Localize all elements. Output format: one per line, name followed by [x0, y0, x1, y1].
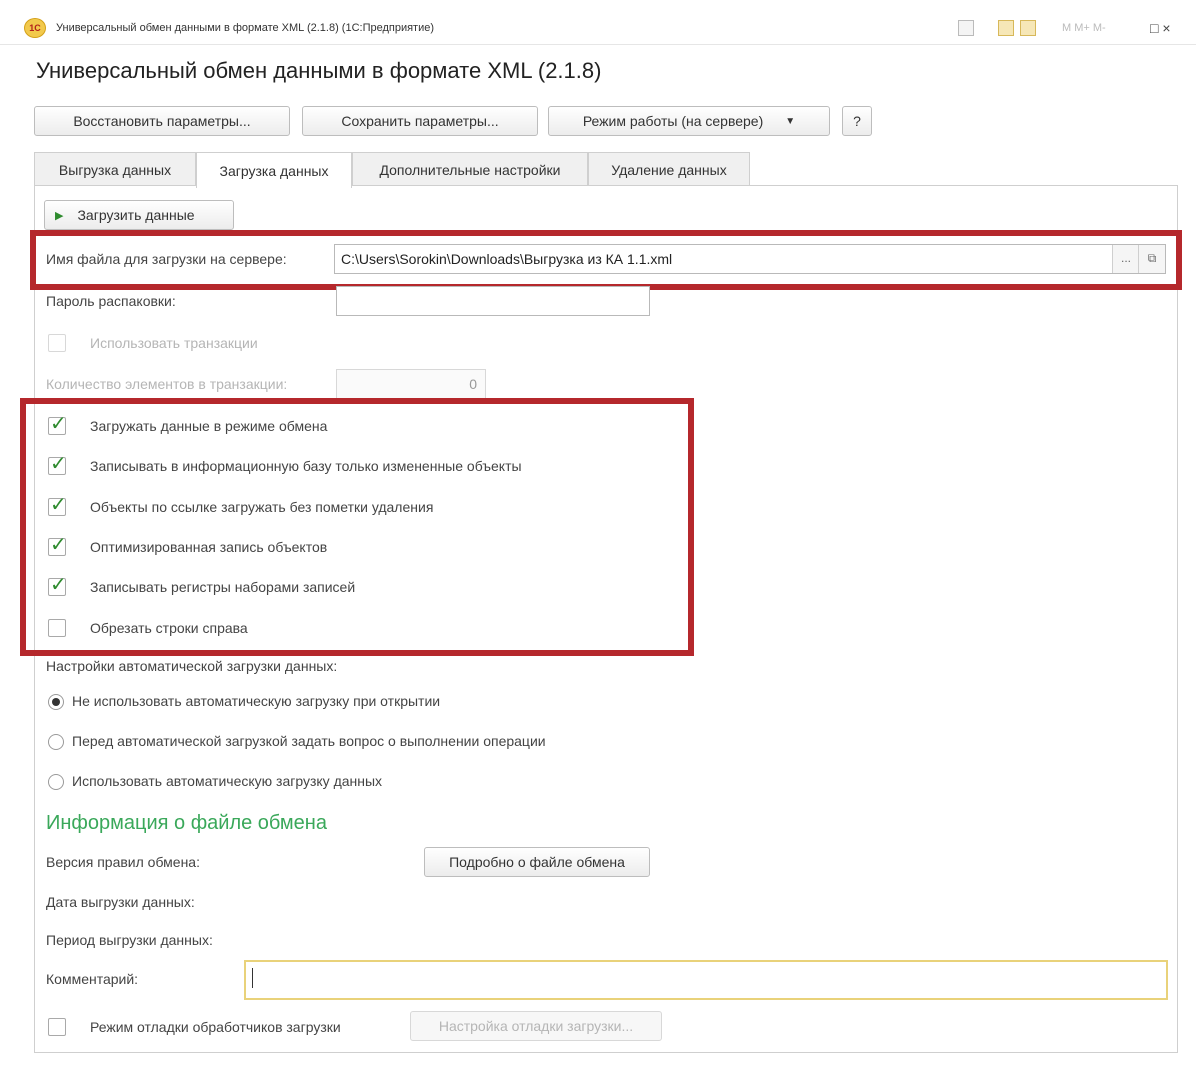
- comment-label: Комментарий:: [46, 971, 139, 987]
- auto-load-option-none-label: Не использовать автоматическую загрузку …: [72, 693, 441, 709]
- auto-load-option-use-label: Использовать автоматическую загрузку дан…: [72, 773, 383, 789]
- app-logo-icon: 1С: [24, 18, 46, 38]
- export-date-label: Дата выгрузки данных:: [46, 894, 195, 910]
- debug-mode-checkbox[interactable]: [48, 1018, 66, 1036]
- option-trim-right-label: Обрезать строки справа: [90, 620, 248, 636]
- window-title: Универсальный обмен данными в формате XM…: [56, 22, 435, 34]
- password-input[interactable]: [336, 286, 650, 316]
- tab-additional-settings[interactable]: Дополнительные настройки: [352, 152, 588, 186]
- restore-params-button[interactable]: Восстановить параметры...: [34, 106, 290, 136]
- option-changed-only-checkbox[interactable]: ✓: [48, 453, 67, 475]
- rules-version-label: Версия правил обмена:: [46, 854, 200, 870]
- section-title-exchange-info: Информация о файле обмена: [46, 812, 327, 834]
- calculator-icon[interactable]: [1020, 20, 1036, 36]
- comment-input[interactable]: [244, 960, 1168, 1000]
- transaction-count-label: Количество элементов в транзакции:: [46, 376, 288, 392]
- tab-import[interactable]: Загрузка данных: [196, 152, 352, 188]
- open-file-icon[interactable]: ⧉: [1138, 245, 1165, 273]
- exchange-file-details-button[interactable]: Подробно о файле обмена: [424, 847, 650, 877]
- clipboard-icon[interactable]: [998, 20, 1014, 36]
- debug-settings-button[interactable]: Настройка отладки загрузки...: [410, 1011, 662, 1041]
- option-optimized-write-checkbox[interactable]: ✓: [48, 534, 67, 556]
- option-exchange-mode-checkbox[interactable]: ✓: [48, 413, 67, 435]
- save-params-button[interactable]: Сохранить параметры...: [302, 106, 538, 136]
- memory-buttons[interactable]: M M+ M-: [1062, 22, 1106, 34]
- browse-button[interactable]: ...: [1112, 245, 1139, 273]
- option-no-deletion-mark-checkbox[interactable]: ✓: [48, 494, 67, 516]
- export-period-label: Период выгрузки данных:: [46, 932, 213, 948]
- transaction-count-input[interactable]: 0: [336, 369, 486, 399]
- link-icon[interactable]: [958, 20, 974, 36]
- file-path-input[interactable]: C:\Users\Sorokin\Downloads\Выгрузка из К…: [334, 244, 1166, 274]
- help-button[interactable]: ?: [842, 106, 872, 136]
- password-label: Пароль распаковки:: [46, 293, 176, 309]
- text-caret: [252, 968, 253, 988]
- auto-load-option-ask-label: Перед автоматической загрузкой задать во…: [72, 733, 546, 749]
- option-optimized-write-label: Оптимизированная запись объектов: [90, 539, 328, 555]
- option-trim-right-checkbox[interactable]: [48, 619, 66, 637]
- auto-load-radio-ask[interactable]: [48, 734, 64, 750]
- auto-load-radio-none[interactable]: [48, 694, 64, 710]
- option-record-sets-checkbox[interactable]: ✓: [48, 574, 67, 596]
- use-transactions-label: Использовать транзакции: [90, 335, 258, 351]
- load-data-button[interactable]: ▶ Загрузить данные: [44, 200, 234, 230]
- highlight-frame-options: [20, 398, 694, 656]
- chevron-down-icon: ▼: [785, 115, 796, 127]
- window-controls[interactable]: □ ×: [1150, 20, 1171, 36]
- play-icon: ▶: [55, 209, 64, 222]
- use-transactions-checkbox[interactable]: [48, 334, 66, 352]
- page-title: Универсальный обмен данными в формате XM…: [36, 58, 602, 83]
- file-label: Имя файла для загрузки на сервере:: [46, 251, 287, 267]
- file-path-value: C:\Users\Sorokin\Downloads\Выгрузка из К…: [341, 251, 673, 267]
- debug-mode-label: Режим отладки обработчиков загрузки: [90, 1019, 341, 1035]
- auto-load-radio-use[interactable]: [48, 774, 64, 790]
- option-exchange-mode-label: Загружать данные в режиме обмена: [90, 418, 328, 434]
- auto-load-label: Настройки автоматической загрузки данных…: [46, 658, 338, 674]
- option-no-deletion-mark-label: Объекты по ссылке загружать без пометки …: [90, 499, 434, 515]
- tab-delete-data[interactable]: Удаление данных: [588, 152, 750, 186]
- mode-dropdown[interactable]: Режим работы (на сервере) ▼: [548, 106, 830, 136]
- option-record-sets-label: Записывать регистры наборами записей: [90, 579, 356, 595]
- option-changed-only-label: Записывать в информационную базу только …: [90, 458, 522, 474]
- tab-export[interactable]: Выгрузка данных: [34, 152, 196, 186]
